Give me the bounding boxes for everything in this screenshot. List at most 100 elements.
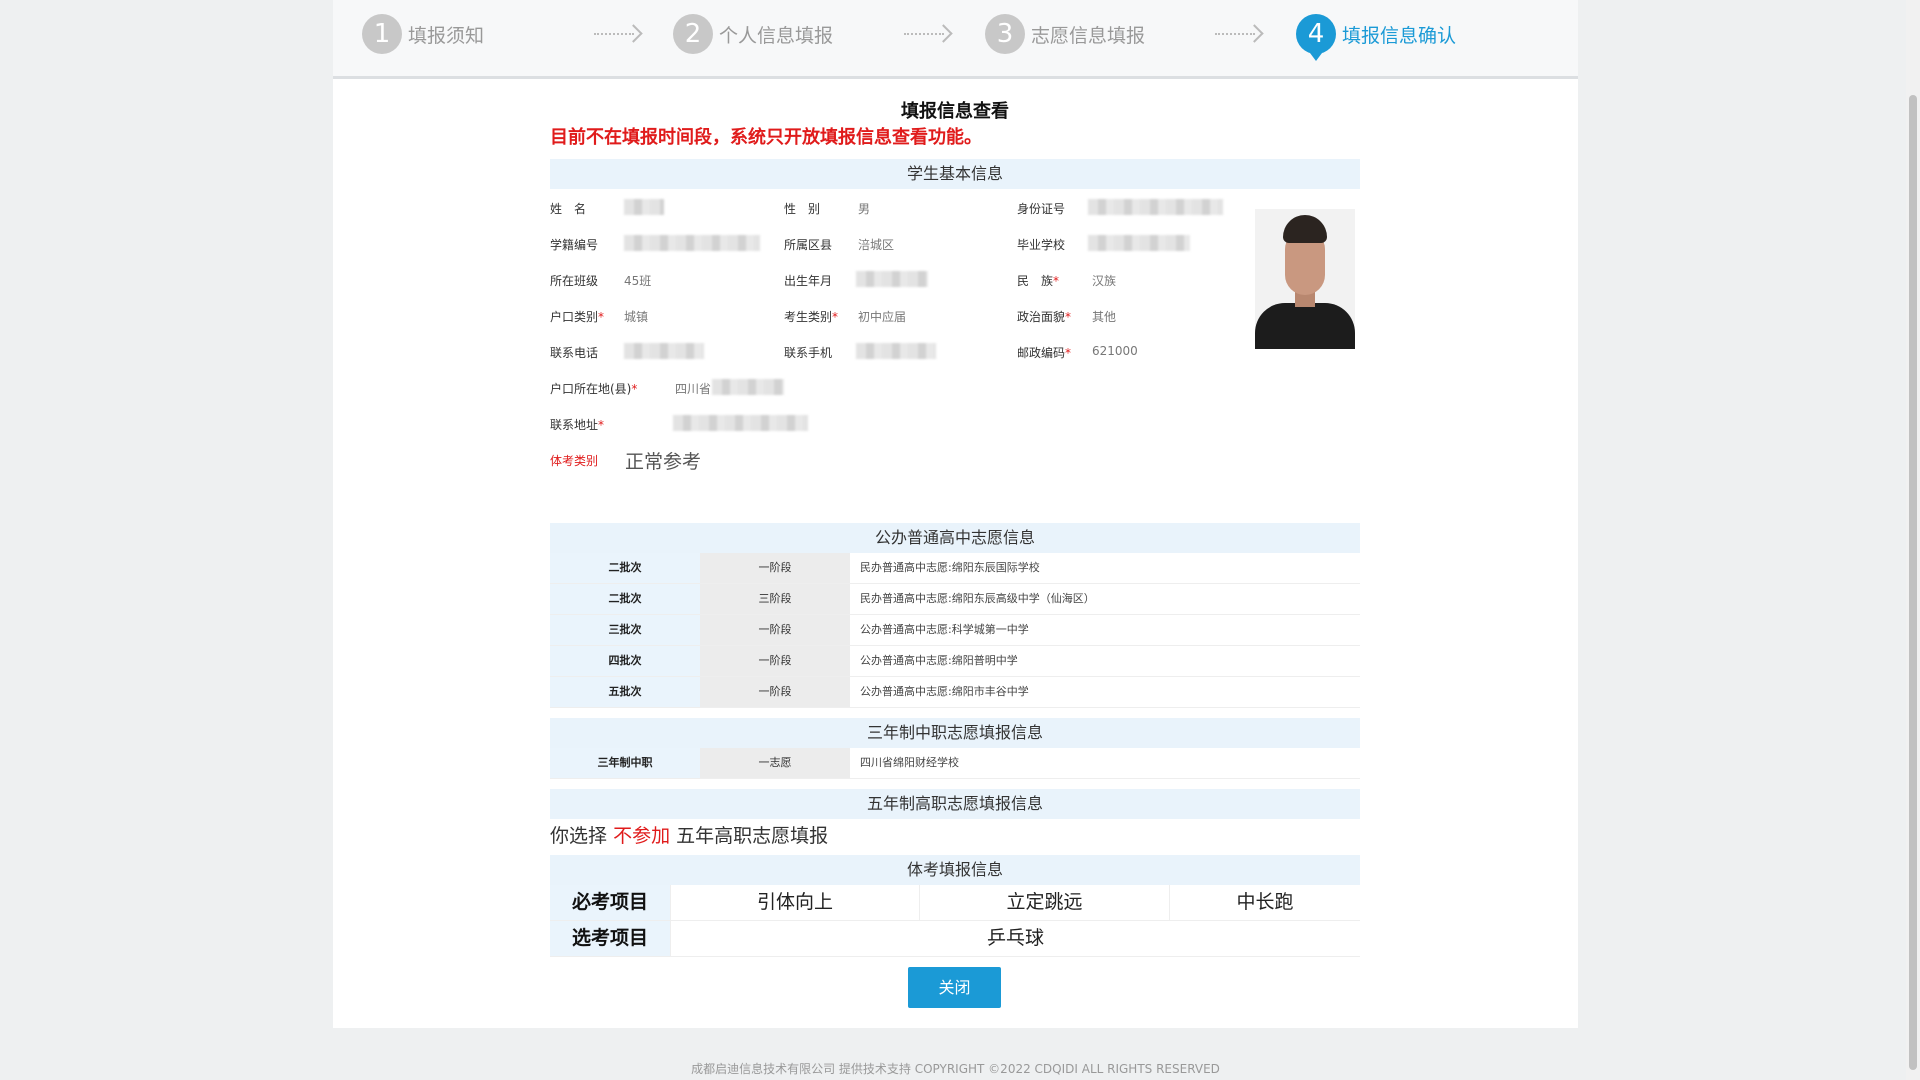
table-row: 四批次 一阶段 公办普通高中志愿:绵阳普明中学 <box>550 646 1360 677</box>
student-info-header: 学生基本信息 <box>550 159 1360 189</box>
batch-cell: 三批次 <box>550 615 700 645</box>
batch-cell: 二批次 <box>550 553 700 583</box>
exam-type-value: 初中应届 <box>858 310 907 324</box>
table-row: 二批次 三阶段 民办普通高中志愿:绵阳东辰高级中学（仙海区） <box>550 584 1360 615</box>
step-3-label: 志愿信息填报 <box>1031 24 1146 47</box>
class-value: 45班 <box>624 274 652 288</box>
hukou-location-value: 四川省 <box>675 382 712 396</box>
hukou-location-label: 户口所在地(县)* <box>550 382 638 396</box>
school-value-redacted <box>1088 235 1190 251</box>
pe-exam-header: 体考填报信息 <box>550 855 1360 885</box>
class-label: 所在班级 <box>550 274 599 288</box>
hukou-type-label: 户口类别* <box>550 310 605 324</box>
required-item: 中长跑 <box>1169 885 1360 920</box>
stage-cell: 一阶段 <box>700 615 850 645</box>
xueji-value-redacted <box>624 235 760 251</box>
notice-text: 目前不在填报时间段，系统只开放填报信息查看功能。 <box>550 127 982 148</box>
phone-label: 联系电话 <box>550 346 599 360</box>
batch-cell: 三年制中职 <box>550 748 700 778</box>
school-cell: 四川省绵阳财经学校 <box>860 756 959 769</box>
table-row: 三年制中职 一志愿 四川省绵阳财经学校 <box>550 748 1360 779</box>
school-cell: 公办普通高中志愿:绵阳普明中学 <box>860 654 1018 667</box>
school-label: 毕业学校 <box>1017 238 1066 252</box>
step-arrow-icon <box>904 24 953 44</box>
table-row: 二批次 一阶段 民办普通高中志愿:绵阳东辰国际学校 <box>550 553 1360 584</box>
xueji-label: 学籍编号 <box>550 238 599 252</box>
required-label: 必考项目 <box>550 885 670 920</box>
table-row: 五批次 一阶段 公办普通高中志愿:绵阳市丰谷中学 <box>550 677 1360 708</box>
political-label: 政治面貌* <box>1017 310 1072 324</box>
political-value: 其他 <box>1092 310 1117 324</box>
birth-value-redacted <box>856 271 928 287</box>
address-label: 联系地址* <box>550 418 605 432</box>
exam-type-label: 考生类别* <box>784 310 839 324</box>
pe-exam-table: 必考项目 引体向上 立定跳远 中长跑 选考项目 乒乓球 <box>550 885 1360 957</box>
postcode-label: 邮政编码* <box>1017 346 1072 360</box>
three-year-header: 三年制中职志愿填报信息 <box>550 718 1360 748</box>
ethnic-label: 民 族* <box>1017 274 1060 288</box>
school-cell: 公办普通高中志愿:科学城第一中学 <box>860 623 1029 636</box>
ethnic-value: 汉族 <box>1092 274 1117 288</box>
mobile-label: 联系手机 <box>784 346 833 360</box>
step-1-number: 1 <box>362 14 402 54</box>
id-number-label: 身份证号 <box>1017 202 1066 216</box>
five-year-header: 五年制高职志愿填报信息 <box>550 789 1360 819</box>
stage-cell: 一志愿 <box>700 748 850 778</box>
pe-required-row: 必考项目 引体向上 立定跳远 中长跑 <box>550 885 1360 921</box>
birth-label: 出生年月 <box>784 274 833 288</box>
footer-copyright: 成都启迪信息技术有限公司 提供技术支持 COPYRIGHT ©2022 CDQI… <box>691 1062 1220 1076</box>
school-cell: 民办普通高中志愿:绵阳东辰国际学校 <box>860 561 1040 574</box>
optional-item: 乒乓球 <box>670 921 1360 956</box>
step-1: 1 填报须知 <box>362 14 484 54</box>
student-photo <box>1255 209 1355 349</box>
name-label: 姓 名 <box>550 202 587 216</box>
district-label: 所属区县 <box>784 238 833 252</box>
step-4: 4 填报信息确认 <box>1296 14 1457 61</box>
step-3-number: 3 <box>985 14 1025 54</box>
address-value-redacted <box>673 415 808 431</box>
required-item: 引体向上 <box>670 885 919 920</box>
step-2: 2 个人信息填报 <box>673 14 833 54</box>
public-hs-table: 二批次 一阶段 民办普通高中志愿:绵阳东辰国际学校 二批次 三阶段 民办普通高中… <box>550 553 1360 708</box>
hukou-location-redacted <box>712 379 784 395</box>
pe-optional-row: 选考项目 乒乓球 <box>550 921 1360 957</box>
stage-cell: 一阶段 <box>700 646 850 676</box>
three-year-table: 三年制中职 一志愿 四川省绵阳财经学校 <box>550 748 1360 779</box>
step-3: 3 志愿信息填报 <box>985 14 1145 54</box>
step-arrow-icon <box>594 24 643 44</box>
stage-cell: 三阶段 <box>700 584 850 614</box>
close-button[interactable]: 关闭 <box>908 967 1001 1008</box>
hukou-type-value: 城镇 <box>624 310 649 324</box>
batch-cell: 四批次 <box>550 646 700 676</box>
table-row: 三批次 一阶段 公办普通高中志愿:科学城第一中学 <box>550 615 1360 646</box>
school-cell: 公办普通高中志愿:绵阳市丰谷中学 <box>860 685 1029 698</box>
step-2-number: 2 <box>673 14 713 54</box>
step-arrow-icon <box>1215 24 1264 44</box>
five-year-choice-text: 你选择 不参加 五年高职志愿填报 <box>550 825 829 847</box>
step-1-label: 填报须知 <box>408 24 485 47</box>
public-hs-header: 公办普通高中志愿信息 <box>550 523 1360 553</box>
batch-cell: 五批次 <box>550 677 700 707</box>
stage-cell: 一阶段 <box>700 553 850 583</box>
step-4-label: 填报信息确认 <box>1342 24 1457 47</box>
required-item: 立定跳远 <box>919 885 1169 920</box>
gender-label: 性 别 <box>784 202 821 216</box>
name-value-redacted <box>624 199 664 215</box>
page-title: 填报信息查看 <box>901 101 1009 122</box>
phone-value-redacted <box>624 343 704 359</box>
district-value: 涪城区 <box>858 238 895 252</box>
step-4-number: 4 <box>1296 14 1336 61</box>
vertical-scrollbar[interactable] <box>1906 0 1920 1080</box>
optional-label: 选考项目 <box>550 921 670 956</box>
pe-type-label: 体考类别 <box>550 454 599 468</box>
postcode-value: 621000 <box>1092 344 1138 358</box>
five-year-choice: 不参加 <box>613 825 671 847</box>
id-number-value-redacted <box>1088 199 1223 215</box>
stage-cell: 一阶段 <box>700 677 850 707</box>
school-cell: 民办普通高中志愿:绵阳东辰高级中学（仙海区） <box>860 592 1095 605</box>
batch-cell: 二批次 <box>550 584 700 614</box>
mobile-value-redacted <box>856 343 936 359</box>
step-2-label: 个人信息填报 <box>719 24 834 47</box>
pe-type-value: 正常参考 <box>625 451 702 473</box>
scrollbar-thumb[interactable] <box>1909 95 1917 1070</box>
